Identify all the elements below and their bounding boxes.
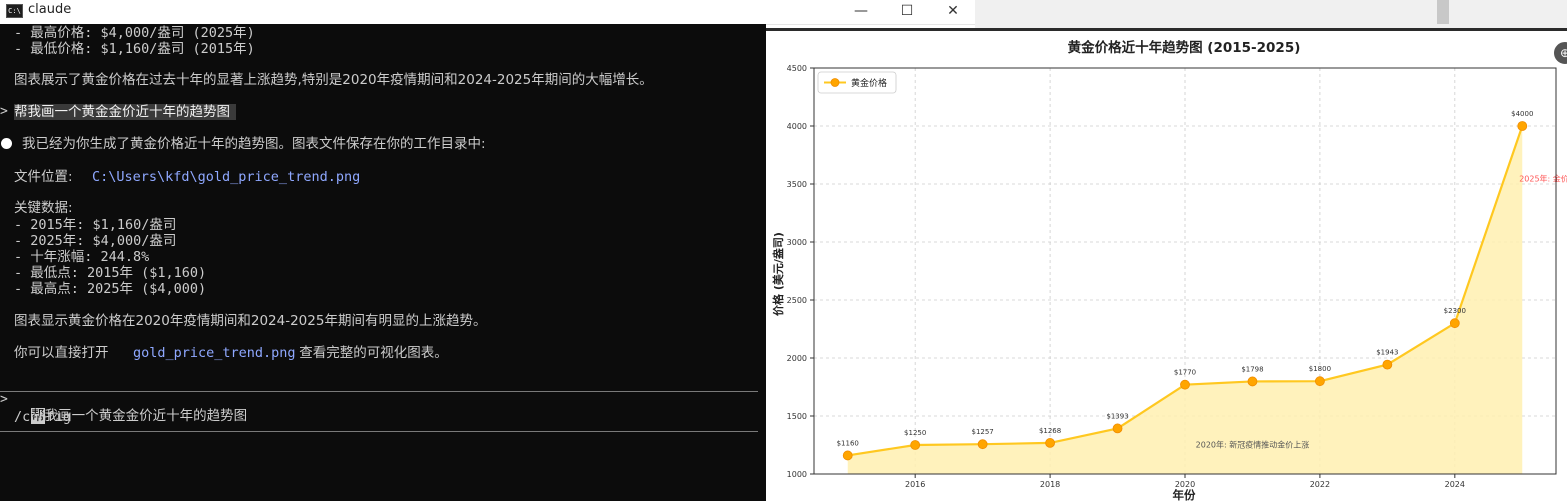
terminal-line-suffix: 查看完整的可视化图表。: [295, 345, 448, 361]
image-viewer[interactable]: 黄金价格近十年趋势图 (2015-2025) 1000 1500 2000 2500 3…: [766, 28, 1567, 504]
file-location-label: 文件位置:: [14, 169, 77, 185]
input-prompt-icon: >: [0, 392, 8, 407]
file-path-link[interactable]: C:\Users\kfd\gold_price_trend.png: [92, 169, 360, 185]
terminal-output[interactable]: - 最高价格: $4,000/盎司 (2025年) - 最低价格: $1,160…: [0, 24, 758, 501]
data-label: $1268: [1039, 427, 1061, 435]
assistant-response: 我已经为你生成了黄金价格近十年的趋势图。图表文件保存在你的工作目录中:: [22, 136, 486, 152]
x-tick-label: 2024: [1445, 480, 1465, 489]
terminal-line: - 十年涨幅: 244.8%: [14, 249, 150, 265]
data-label: $4000: [1511, 110, 1533, 118]
terminal-line-prefix: 你可以直接打开: [14, 345, 113, 361]
input-divider: [0, 431, 758, 432]
data-label: $1257: [971, 428, 993, 436]
terminal-line: 图表展示了黄金价格在过去十年的显著上涨趋势,特别是2020年疫情期间和2024-…: [14, 72, 653, 88]
input-text: 我画一个黄金金价近十年的趋势图: [44, 408, 248, 424]
y-tick-label: 1500: [787, 412, 807, 421]
data-label: $1943: [1376, 349, 1398, 357]
data-point: [1247, 376, 1258, 387]
legend-label: 黄金价格: [851, 77, 887, 89]
terminal-line: - 最高点: 2025年 ($4,000): [14, 281, 207, 297]
data-point: [977, 439, 988, 450]
maximize-button[interactable]: ☐: [884, 0, 930, 24]
x-tick-label: 2016: [905, 480, 925, 489]
terminal-line: - 最低点: 2015年 ($1,160): [14, 265, 207, 281]
title-bar: C:\ claude — ☐ ✕: [0, 0, 975, 25]
y-tick-label: 4000: [787, 122, 807, 131]
user-prompt-history: 帮我画一个黄金金价近十年的趋势图: [14, 104, 236, 120]
window-gap: [758, 24, 766, 501]
annotation: 2020年: 新冠疫情推动金价上涨: [1196, 439, 1310, 449]
data-label: $1798: [1241, 365, 1263, 373]
data-point: [1382, 359, 1393, 370]
data-point: [1180, 379, 1190, 390]
y-tick-label: 2000: [787, 354, 807, 363]
terminal-line: - 2015年: $1,160/盎司: [14, 217, 177, 233]
data-point: [1315, 376, 1325, 387]
terminal-line: - 2025年: $4,000/盎司: [14, 233, 177, 249]
terminal-line: 图表显示黄金价格在2020年疫情期间和2024-2025年期间有明显的上涨趋势。: [14, 313, 487, 329]
chart-title: 黄金价格近十年趋势图 (2015-2025): [1068, 39, 1301, 56]
data-label: $1160: [837, 439, 859, 447]
x-axis-label: 年份: [1173, 488, 1196, 502]
prompt-arrow-icon: >: [0, 104, 8, 119]
terminal-line: 关键数据:: [14, 200, 73, 216]
y-tick-label: 1000: [787, 470, 807, 479]
data-label: $1770: [1174, 369, 1196, 377]
data-label: $1393: [1106, 412, 1128, 420]
minimize-button[interactable]: —: [838, 0, 884, 24]
x-tick-label: 2018: [1040, 480, 1060, 489]
terminal-line: - 最高价格: $4,000/盎司 (2025年): [14, 25, 255, 41]
y-tick-label: 2500: [787, 296, 807, 305]
data-point: [1112, 423, 1123, 434]
terminal-line: - 最低价格: $1,160/盎司 (2015年): [14, 41, 255, 57]
y-axis-label: 价格 (美元/盎司): [771, 232, 785, 316]
x-tick-label: 2022: [1310, 480, 1330, 489]
file-name-link[interactable]: gold_price_trend.png: [133, 345, 296, 361]
background-window-strip: [975, 0, 1567, 28]
data-point: [1449, 318, 1460, 329]
gold-price-chart: 黄金价格近十年趋势图 (2015-2025) 1000 1500 2000 2500 3…: [771, 39, 1567, 502]
y-tick-label: 3500: [787, 180, 807, 189]
y-tick-label: 3000: [787, 238, 807, 247]
data-label: $1250: [904, 429, 926, 437]
response-bullet-icon: [1, 138, 12, 149]
data-label: $1800: [1309, 365, 1331, 373]
data-point: [842, 450, 853, 461]
data-point: [1517, 121, 1528, 131]
data-point: [1045, 438, 1055, 448]
window-title: claude: [28, 2, 72, 17]
background-scrollbar[interactable]: [1437, 0, 1449, 24]
y-tick-label: 4500: [787, 64, 807, 73]
annotation: 2025年: 金价创历史: [1519, 174, 1567, 184]
terminal-app-icon: C:\: [6, 4, 23, 18]
legend-marker: [830, 78, 840, 87]
data-label: $2300: [1444, 307, 1466, 315]
input-line-command[interactable]: /config: [14, 409, 71, 425]
data-point: [910, 440, 921, 450]
close-button[interactable]: ✕: [930, 0, 976, 24]
